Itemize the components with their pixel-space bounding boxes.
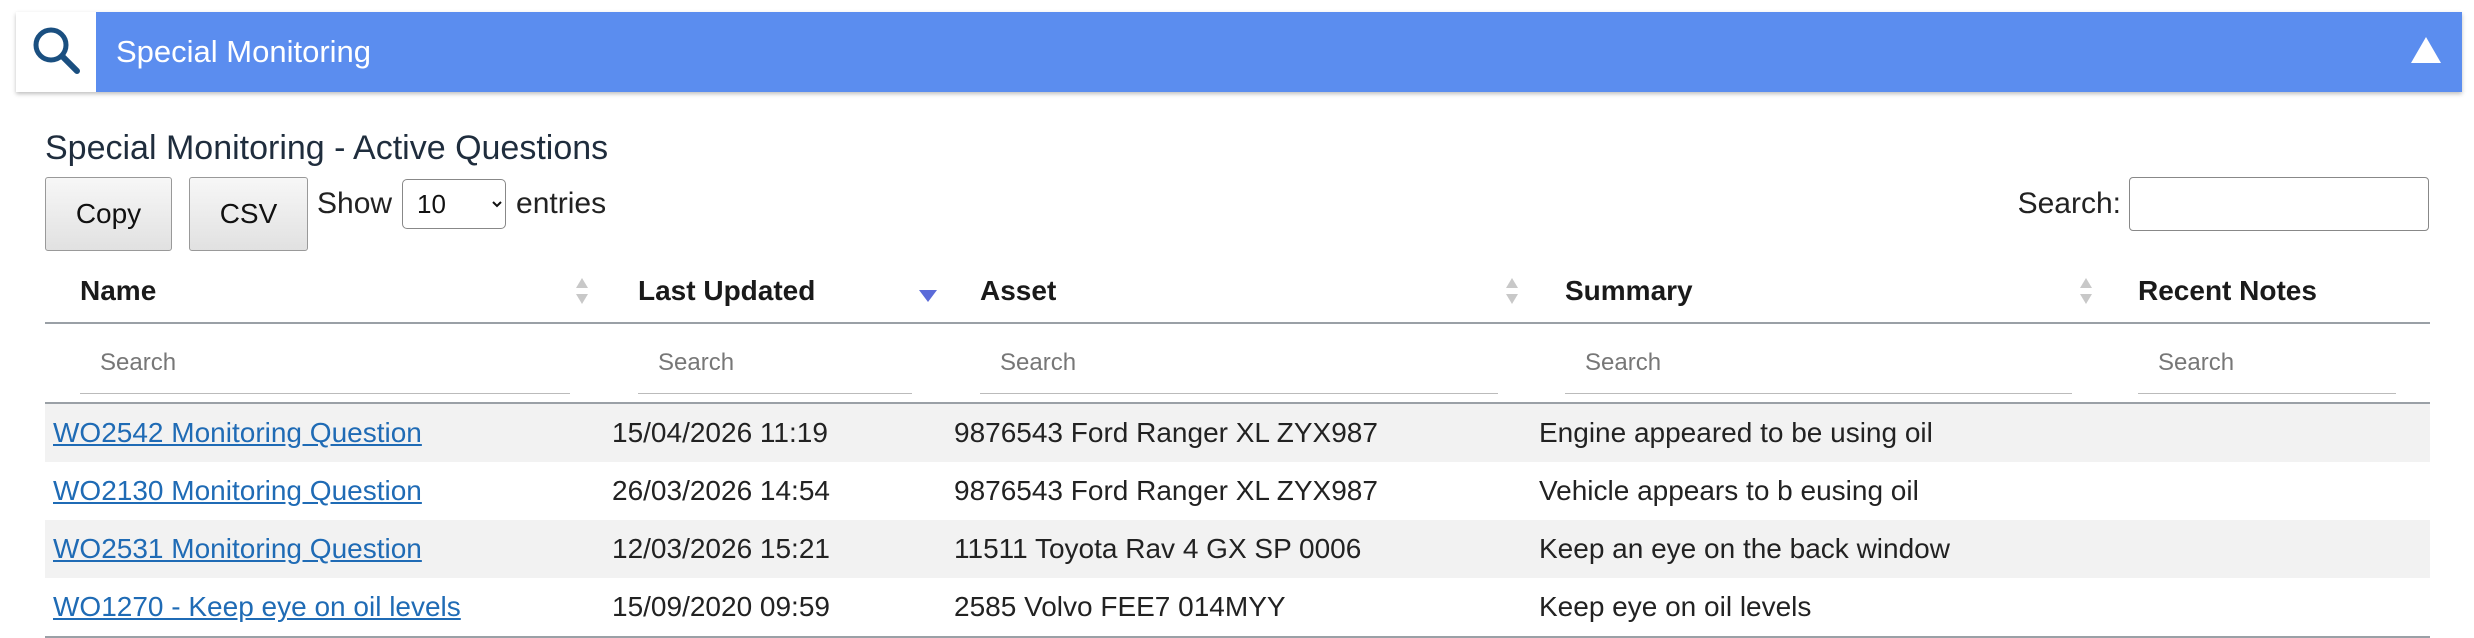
cell-name: WO2130 Monitoring Question: [53, 462, 422, 520]
page-length-control: Show 10 entries: [317, 178, 606, 230]
question-link[interactable]: WO2531 Monitoring Question: [53, 533, 422, 564]
table-search-input[interactable]: [2129, 177, 2429, 231]
panel-search-button[interactable]: [16, 12, 96, 92]
column-header-recent-notes[interactable]: Recent Notes: [2138, 264, 2317, 322]
question-link[interactable]: WO1270 - Keep eye on oil levels: [53, 591, 461, 622]
panel-title: Special Monitoring: [116, 34, 372, 69]
page-length-select[interactable]: 10: [402, 179, 507, 229]
cell-summary: Engine appeared to be using oil: [1539, 417, 1933, 448]
sort-both-icon: [2079, 276, 2093, 306]
column-label: Asset: [980, 275, 1057, 306]
cell-asset: 9876543 Ford Ranger XL ZYX987: [954, 417, 1378, 448]
cell-last-updated: 15/09/2020 09:59: [612, 591, 830, 622]
table-row: WO2130 Monitoring Question 26/03/2026 14:…: [45, 462, 2430, 520]
filter-name-input[interactable]: [80, 332, 570, 394]
cell-last-updated: 26/03/2026 14:54: [612, 475, 830, 506]
cell-summary: Vehicle appears to b eusing oil: [1539, 475, 1919, 506]
entries-label: entries: [516, 187, 607, 220]
cell-name: WO2531 Monitoring Question: [53, 520, 422, 578]
panel-header: Special Monitoring: [16, 12, 2462, 92]
csv-button[interactable]: CSV: [189, 177, 308, 251]
cell-last-updated: 15/04/2026 11:19: [612, 417, 828, 448]
table-body: WO2542 Monitoring Question 15/04/2026 11:…: [45, 404, 2430, 636]
questions-table: Name Last Updated Asset Summary Recent N…: [45, 264, 2430, 638]
column-filter-row: [45, 324, 2430, 404]
cell-asset: 11511 Toyota Rav 4 GX SP 0006: [954, 533, 1362, 564]
column-label: Summary: [1565, 275, 1693, 306]
column-header-asset[interactable]: Asset: [980, 264, 1056, 322]
filter-summary-input[interactable]: [1565, 332, 2072, 394]
filter-asset-input[interactable]: [980, 332, 1498, 394]
show-label: Show: [317, 187, 393, 220]
sort-both-icon: [1505, 276, 1519, 306]
table-row: WO1270 - Keep eye on oil levels 15/09/202…: [45, 578, 2430, 636]
search-icon: [30, 24, 82, 81]
cell-name: WO1270 - Keep eye on oil levels: [53, 578, 461, 636]
column-header-last-updated[interactable]: Last Updated: [638, 264, 815, 322]
column-header-name[interactable]: Name: [80, 264, 156, 322]
cell-summary: Keep eye on oil levels: [1539, 591, 1812, 622]
table-row: WO2531 Monitoring Question 12/03/2026 15:…: [45, 520, 2430, 578]
column-label: Last Updated: [638, 275, 816, 306]
table-header-row: Name Last Updated Asset Summary Recent N…: [45, 264, 2430, 324]
cell-last-updated: 12/03/2026 15:21: [612, 533, 830, 564]
triangle-up-icon: [2411, 36, 2441, 68]
cell-asset: 2585 Volvo FEE7 014MYY: [954, 591, 1286, 622]
cell-summary: Keep an eye on the back window: [1539, 533, 1950, 564]
question-link[interactable]: WO2130 Monitoring Question: [53, 475, 422, 506]
cell-asset: 9876543 Ford Ranger XL ZYX987: [954, 475, 1378, 506]
column-label: Recent Notes: [2138, 275, 2317, 306]
question-link[interactable]: WO2542 Monitoring Question: [53, 417, 422, 448]
search-label: Search:: [2017, 187, 2121, 220]
column-header-summary[interactable]: Summary: [1565, 264, 1693, 322]
table-search: Search:: [2018, 176, 2429, 232]
sort-desc-icon: [918, 276, 937, 306]
cell-name: WO2542 Monitoring Question: [53, 404, 422, 462]
filter-recent-notes-input[interactable]: [2138, 332, 2396, 394]
collapse-button[interactable]: [2410, 36, 2442, 68]
copy-button[interactable]: Copy: [45, 177, 172, 251]
filter-last-updated-input[interactable]: [638, 332, 912, 394]
table-row: WO2542 Monitoring Question 15/04/2026 11:…: [45, 404, 2430, 462]
section-title: Special Monitoring - Active Questions: [45, 129, 609, 167]
column-label: Name: [80, 275, 157, 306]
sort-both-icon: [575, 276, 589, 306]
